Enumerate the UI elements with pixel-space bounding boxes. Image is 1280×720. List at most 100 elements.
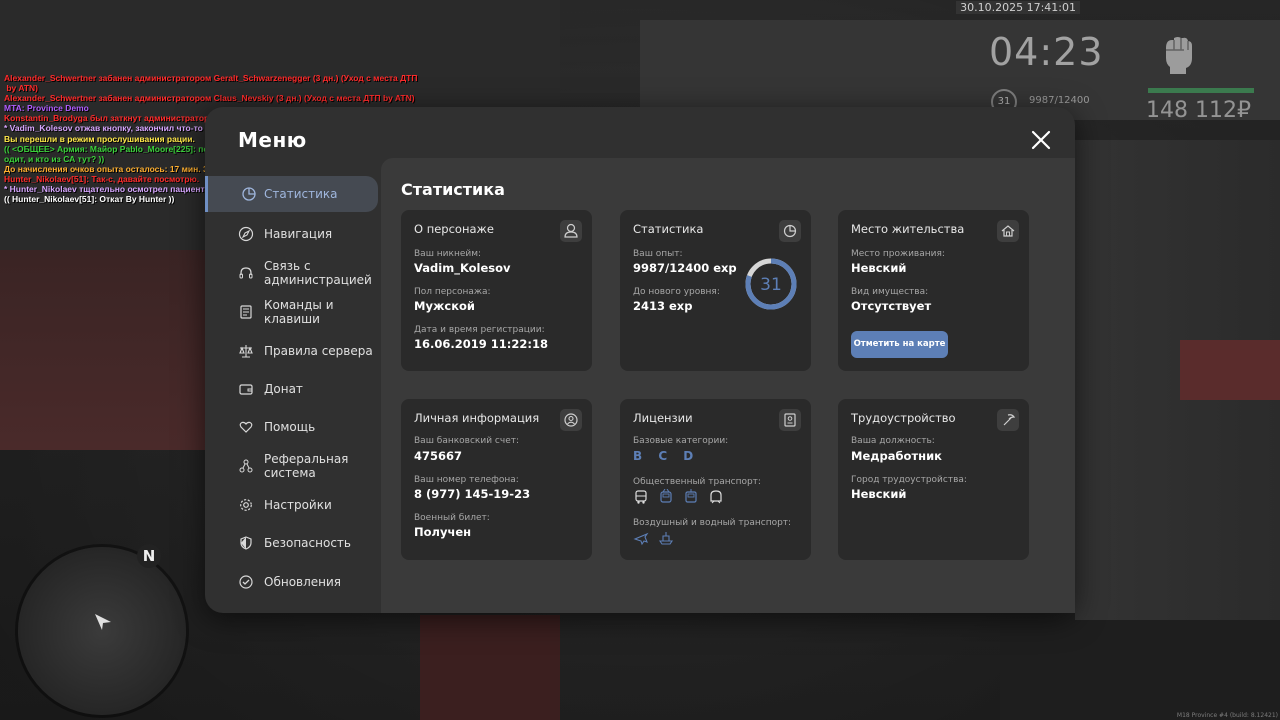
bg-floor-dark — [1000, 620, 1280, 720]
network-icon — [238, 458, 254, 474]
chat-line: Alexander_Schwertner забанен администрат… — [4, 93, 415, 104]
menu-title: Меню — [238, 128, 307, 152]
boat-icon — [658, 532, 674, 545]
card-title: Трудоустройство — [851, 411, 956, 425]
work-city-label: Город трудоустройства: — [851, 475, 967, 485]
metro-icon — [710, 490, 722, 504]
gender-value: Мужской — [414, 299, 475, 313]
chat-line: by ATN) — [4, 83, 38, 94]
sidebar-item-gear[interactable]: Настройки — [205, 487, 375, 523]
sidebar-item-label: Помощь — [264, 420, 316, 434]
bg-wall-red — [1180, 340, 1280, 400]
next-level-value: 2413 exp — [633, 299, 693, 313]
sidebar-item-label: Реферальная система — [264, 452, 349, 480]
property-label: Вид имущества: — [851, 287, 929, 297]
sidebar-item-shield[interactable]: Безопасность — [205, 525, 375, 561]
card-residence: Место жительства Место проживания: Невск… — [838, 210, 1029, 371]
sidebar-item-label: Навигация — [264, 227, 333, 241]
gender-label: Пол персонажа: — [414, 287, 491, 297]
sidebar-item-label: Статистика — [264, 187, 338, 201]
sidebar-item-pie-chart[interactable]: Статистика — [205, 176, 378, 212]
pickaxe-icon — [997, 409, 1019, 431]
bus-icon — [635, 490, 647, 504]
sidebar-item-label: Обновления — [264, 575, 342, 589]
base-categories-label: Базовые категории: — [633, 436, 729, 446]
sidebar-item-refresh-check[interactable]: Обновления — [205, 564, 375, 600]
card-title: О персонаже — [414, 222, 494, 236]
minimap-north-marker: N — [137, 544, 161, 568]
pie-chart-icon — [779, 220, 801, 242]
sidebar-item-scales[interactable]: Правила сервера — [205, 333, 375, 369]
position-label: Ваша должность: — [851, 436, 935, 446]
sidebar-item-headset[interactable]: Связь с администрацией — [205, 255, 375, 291]
health-bar — [1148, 88, 1254, 93]
work-city-value: Невский — [851, 487, 907, 501]
air-water-transport-icons — [633, 530, 674, 546]
minimap — [18, 547, 186, 715]
wallet-icon — [238, 381, 254, 397]
level-progress-ring: 31 — [745, 258, 797, 310]
phone-label: Ваш номер телефона: — [414, 475, 519, 485]
game-clock: 04:23 — [989, 30, 1104, 74]
base-categories-value: B C D — [633, 449, 700, 463]
stats-heading: Статистика — [401, 180, 505, 199]
pie-chart-icon — [241, 186, 257, 202]
air-water-transport-label: Воздушный и водный транспорт: — [633, 518, 792, 528]
exp-label: Ваш опыт: — [633, 249, 683, 259]
sidebar-item-document[interactable]: Команды и клавиши — [205, 294, 375, 330]
card-licenses: Лицензии Базовые категории: B C D Общест… — [620, 399, 811, 560]
datetime-display: 30.10.2025 17:41:01 — [956, 1, 1080, 14]
scales-icon — [238, 343, 254, 359]
build-version: M18 Province #4 (build: 8.12421) — [1176, 712, 1278, 719]
sidebar-item-label: Связь с администрацией — [264, 259, 372, 287]
bg-floor-red — [420, 615, 560, 720]
military-value: Получен — [414, 525, 472, 539]
phone-value: 8 (977) 145-19-23 — [414, 487, 531, 501]
sidebar-item-label: Настройки — [264, 498, 332, 512]
card-title: Лицензии — [633, 411, 693, 425]
exp-readout: 9987/12400 — [1029, 95, 1090, 106]
sidebar-item-label: Безопасность — [264, 536, 351, 550]
residence-label: Место проживания: — [851, 249, 945, 259]
bg-floor-left — [0, 250, 205, 450]
card-title: Личная информация — [414, 411, 540, 425]
exp-value: 9987/12400 exp — [633, 261, 737, 275]
card-statistics: Статистика Ваш опыт: 9987/12400 exp До н… — [620, 210, 811, 371]
airplane-icon — [633, 532, 649, 546]
card-title: Статистика — [633, 222, 704, 236]
next-level-label: До нового уровня: — [633, 287, 720, 297]
public-transport-icons — [633, 489, 724, 505]
sidebar-item-label: Донат — [264, 382, 303, 396]
sidebar-item-wallet[interactable]: Донат — [205, 371, 375, 407]
player-arrow-icon — [95, 614, 111, 630]
public-transport-label: Общественный транспорт: — [633, 477, 761, 487]
level-progress-number: 31 — [760, 275, 782, 295]
gear-icon — [238, 497, 254, 513]
user-icon — [560, 220, 582, 242]
house-icon — [997, 220, 1019, 242]
registration-label: Дата и время регистрации: — [414, 325, 545, 335]
card-title: Место жительства — [851, 222, 965, 236]
close-icon[interactable] — [1030, 129, 1052, 151]
refresh-check-icon — [238, 574, 254, 590]
bank-label: Ваш банковский счет: — [414, 436, 520, 446]
nickname-label: Ваш никнейм: — [414, 249, 482, 259]
tram-icon — [685, 489, 697, 503]
residence-value: Невский — [851, 261, 907, 275]
sidebar-item-network[interactable]: Реферальная система — [205, 448, 375, 484]
sidebar-item-compass[interactable]: Навигация — [205, 216, 375, 252]
id-card-icon — [779, 409, 801, 431]
sidebar-item-heart-hand[interactable]: Помощь — [205, 409, 375, 445]
user-circle-icon — [560, 409, 582, 431]
document-icon — [238, 304, 254, 320]
property-value: Отсутствует — [851, 299, 932, 313]
money-display: 148 112₽ — [1146, 98, 1251, 123]
trolleybus-icon — [660, 489, 672, 503]
bank-value: 475667 — [414, 449, 463, 463]
card-character: О персонаже Ваш никнейм: Vadim_Kolesov П… — [401, 210, 592, 371]
card-employment: Трудоустройство Ваша должность: Медработ… — [838, 399, 1029, 560]
position-value: Медработник — [851, 449, 942, 463]
mark-on-map-button[interactable]: Отметить на карте — [851, 331, 948, 358]
heart-hand-icon — [238, 419, 254, 435]
sidebar-item-label: Правила сервера — [264, 344, 373, 358]
